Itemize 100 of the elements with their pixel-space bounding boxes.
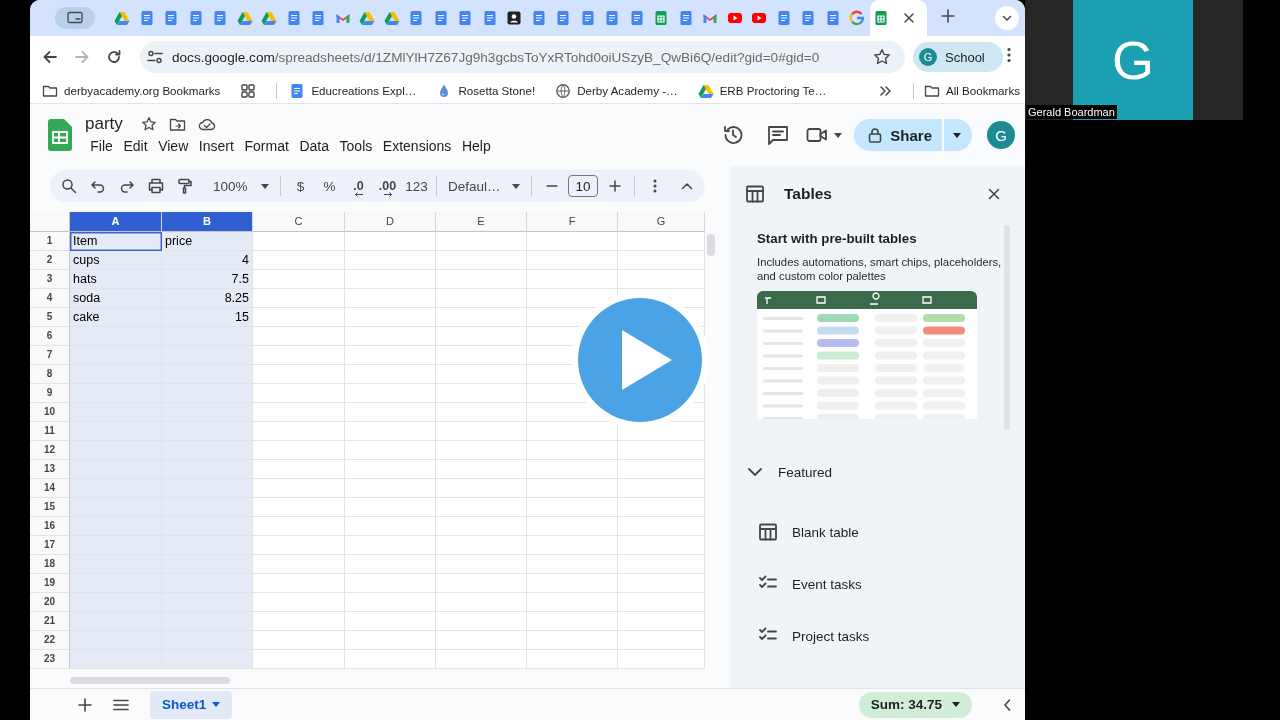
- spreadsheet-icon: [653, 10, 670, 26]
- row-number[interactable]: 19: [30, 574, 70, 593]
- video-camera-icon[interactable]: [806, 127, 829, 143]
- address-field[interactable]: docs.google.com/spreadsheets/d/1ZMlYlH7Z67Jg9h3gcbsToYxRTohd0oiUSzyB_QwBi6Q/edit?gid=0#gid=0: [140, 41, 905, 73]
- sum-button[interactable]: Sum: 34.75: [858, 691, 972, 718]
- apps-grid-icon[interactable]: [240, 82, 257, 99]
- caret-icon[interactable]: [834, 132, 843, 138]
- template-item[interactable]: Event tasks: [745, 558, 1010, 610]
- row-number[interactable]: 4: [30, 289, 70, 308]
- plus-icon[interactable]: [606, 178, 623, 194]
- format-button[interactable]: $: [286, 173, 315, 199]
- zoom-select[interactable]: 100%: [207, 173, 275, 199]
- forward-arrow-icon[interactable]: [74, 49, 90, 65]
- double-chevron-icon[interactable]: [878, 84, 891, 97]
- column-header[interactable]: F: [527, 212, 618, 232]
- paint-format-icon[interactable]: [176, 178, 193, 194]
- bookmark-link[interactable]: Derby Academy -…: [555, 82, 678, 99]
- row-number[interactable]: 9: [30, 384, 70, 403]
- font-select[interactable]: Defaul…: [442, 173, 526, 199]
- row-number[interactable]: 7: [30, 346, 70, 365]
- select-all-corner[interactable]: [30, 212, 70, 232]
- template-item[interactable]: Blank table: [745, 506, 1010, 558]
- row-number[interactable]: 5: [30, 308, 70, 327]
- row-number[interactable]: 3: [30, 270, 70, 289]
- back-arrow-icon[interactable]: [42, 49, 58, 65]
- new-tab-icon[interactable]: [940, 9, 955, 23]
- row-number[interactable]: 13: [30, 460, 70, 479]
- reload-icon[interactable]: [106, 49, 122, 65]
- font-size-field[interactable]: 10: [568, 175, 598, 197]
- row-number[interactable]: 23: [30, 650, 70, 669]
- star-icon[interactable]: [140, 116, 157, 132]
- menu-item[interactable]: Help: [456, 136, 497, 156]
- menu-item[interactable]: Format: [239, 136, 295, 156]
- menu-icon[interactable]: [113, 698, 129, 711]
- close-icon[interactable]: [902, 12, 915, 24]
- row-number[interactable]: 18: [30, 555, 70, 574]
- column-header[interactable]: A: [70, 212, 162, 232]
- history-icon[interactable]: [721, 124, 744, 146]
- format-button[interactable]: %: [315, 173, 344, 199]
- row-number[interactable]: 21: [30, 612, 70, 631]
- print-icon[interactable]: [147, 178, 164, 194]
- table-cell-text: 8.25: [223, 290, 250, 307]
- tab-list-button[interactable]: [995, 6, 1019, 30]
- plus-icon[interactable]: [78, 697, 92, 712]
- row-number[interactable]: 10: [30, 403, 70, 422]
- scrollbar[interactable]: [70, 677, 230, 684]
- row-number[interactable]: 1: [30, 232, 70, 251]
- row-number[interactable]: 17: [30, 536, 70, 555]
- redo-icon[interactable]: [118, 178, 135, 194]
- row-number[interactable]: 11: [30, 422, 70, 441]
- tab-switcher-button[interactable]: [55, 7, 95, 29]
- move-folder-icon[interactable]: [168, 116, 186, 132]
- format-button[interactable]: 123: [402, 173, 431, 199]
- row-number[interactable]: 6: [30, 327, 70, 346]
- format-button[interactable]: .0: [344, 173, 373, 199]
- row-number[interactable]: 14: [30, 479, 70, 498]
- row-number[interactable]: 20: [30, 593, 70, 612]
- row-number[interactable]: 16: [30, 517, 70, 536]
- format-button[interactable]: .00: [373, 173, 402, 199]
- row-number[interactable]: 8: [30, 365, 70, 384]
- undo-icon[interactable]: [89, 178, 106, 194]
- cloud-check-icon[interactable]: [197, 117, 216, 131]
- bookmark-link[interactable]: Rosetta Stone!: [436, 82, 536, 99]
- close-icon[interactable]: [988, 188, 1000, 200]
- sheet-tab[interactable]: Sheet1: [150, 690, 232, 719]
- row-number[interactable]: 12: [30, 441, 70, 460]
- menu-item[interactable]: View: [152, 136, 194, 156]
- avatar[interactable]: G: [987, 121, 1015, 149]
- row-number[interactable]: 22: [30, 631, 70, 650]
- row-number[interactable]: 2: [30, 251, 70, 270]
- menu-item[interactable]: Edit: [118, 136, 153, 156]
- menu-item[interactable]: File: [85, 136, 119, 156]
- star-icon[interactable]: [873, 48, 891, 66]
- comment-icon[interactable]: [766, 125, 789, 145]
- document-title[interactable]: party: [85, 114, 123, 134]
- chevron-left-icon[interactable]: [1002, 697, 1012, 712]
- column-header[interactable]: G: [618, 212, 705, 232]
- search-icon[interactable]: [60, 178, 77, 194]
- profile-button[interactable]: G School: [913, 42, 1003, 72]
- more-vertical-icon[interactable]: [1007, 47, 1011, 63]
- menu-item[interactable]: Tools: [334, 136, 378, 156]
- bookmark-link[interactable]: Educreations Expl…: [289, 82, 417, 99]
- share-button[interactable]: Share: [854, 119, 942, 151]
- scrollbar[interactable]: [707, 234, 715, 256]
- share-menu-button[interactable]: [944, 119, 972, 151]
- template-item[interactable]: Project tasks: [745, 610, 1010, 662]
- menu-item[interactable]: Insert: [193, 136, 240, 156]
- bookmark-link[interactable]: All Bookmarks: [923, 82, 1020, 99]
- bookmark-link[interactable]: derbyacademy.org Bookmarks: [42, 82, 221, 99]
- column-header[interactable]: C: [253, 212, 345, 232]
- column-header[interactable]: E: [436, 212, 527, 232]
- menu-item[interactable]: Extensions: [377, 136, 457, 156]
- bookmark-link[interactable]: ERB Proctoring Te…: [697, 82, 827, 99]
- section-header[interactable]: Featured: [745, 460, 1010, 484]
- tune-icon[interactable]: [146, 48, 164, 66]
- column-header[interactable]: B: [162, 212, 253, 232]
- menu-item[interactable]: Data: [294, 136, 335, 156]
- row-number[interactable]: 15: [30, 498, 70, 517]
- column-header[interactable]: D: [345, 212, 436, 232]
- spreadsheet-logo-icon[interactable]: [48, 119, 72, 151]
